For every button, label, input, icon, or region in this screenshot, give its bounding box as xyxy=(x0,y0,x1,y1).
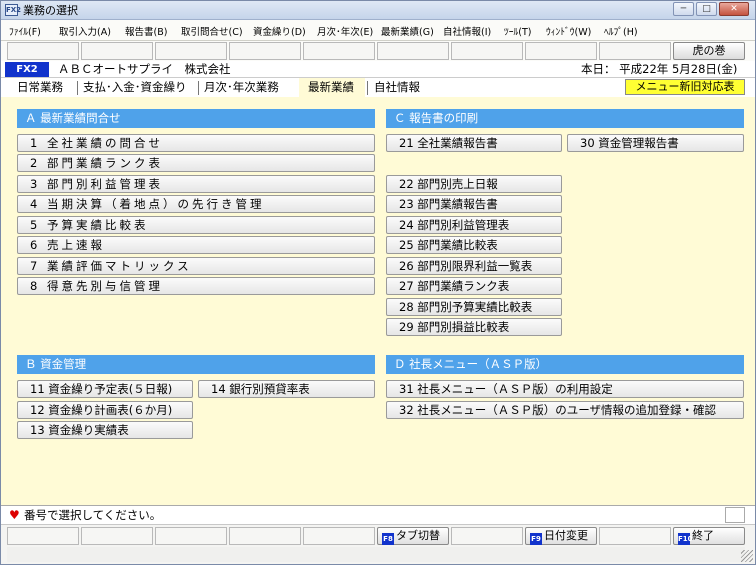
date-change-button[interactable]: F9 日付変更 xyxy=(525,527,597,545)
menu-button-3[interactable]: 3 部門別利益管理表 xyxy=(17,175,375,193)
section-a-header: Ａ 最新業績問合せ xyxy=(17,109,375,128)
tab-switch-button[interactable]: F8 タブ切替 xyxy=(377,527,449,545)
bottom-spacer xyxy=(7,547,745,562)
fx2-badge: FX2 xyxy=(5,62,49,77)
tab-company-info[interactable]: 自社情報 xyxy=(374,80,420,95)
close-button[interactable]: ✕ xyxy=(719,2,749,16)
window-title: 業務の選択 xyxy=(23,4,78,17)
section-c-header: Ｃ 報告書の印刷 xyxy=(386,109,744,128)
menu-button-30[interactable]: 30 資金管理報告書 xyxy=(567,134,744,152)
exit-label: 終了 xyxy=(692,529,714,542)
menu-button-23[interactable]: 23 部門業績報告書 xyxy=(386,195,562,213)
menu-button-26[interactable]: 26 部門別限界利益一覧表 xyxy=(386,257,562,275)
bottom-fkey-slot[interactable] xyxy=(599,527,671,545)
menu-button-5[interactable]: 5 予算実績比較表 xyxy=(17,216,375,234)
menu-button-12[interactable]: 12 資金繰り計画表(６か月) xyxy=(17,401,193,419)
menu-button-27[interactable]: 27 部門業績ランク表 xyxy=(386,277,562,295)
menu-button-11[interactable]: 11 資金繰り予定表(５日報) xyxy=(17,380,193,398)
fkey-slot[interactable] xyxy=(525,42,597,60)
menu-button-13[interactable]: 13 資金繰り実績表 xyxy=(17,421,193,439)
main-window: FX2 業務の選択 ─ □ ✕ ﾌｧｲﾙ(F) 取引入力(A) 報告書(B) 取… xyxy=(0,0,756,565)
menu-button-22[interactable]: 22 部門別売上日報 xyxy=(386,175,562,193)
f10-key-icon: F10 xyxy=(678,533,693,545)
menu-button-21[interactable]: 21 全社業績報告書 xyxy=(386,134,562,152)
fkey-slot[interactable] xyxy=(377,42,449,60)
maximize-button[interactable]: □ xyxy=(696,2,717,16)
fkey-slot[interactable] xyxy=(81,42,153,60)
tab-separator xyxy=(77,81,78,95)
tab-daily[interactable]: 日常業務 xyxy=(17,80,63,95)
bottom-fkey-slot[interactable] xyxy=(7,527,79,545)
fkey-slot[interactable] xyxy=(451,42,523,60)
tab-latest-results[interactable]: 最新業績 xyxy=(308,80,354,95)
app-icon: FX2 xyxy=(5,4,22,16)
menu-cashflow[interactable]: 資金繰り(D) xyxy=(253,24,306,38)
tab-switch-label: タブ切替 xyxy=(396,529,440,542)
tab-monthly[interactable]: 月次･年次業務 xyxy=(204,80,279,95)
exit-button[interactable]: F10終了 xyxy=(673,527,745,545)
menu-button-6[interactable]: 6 売上速報 xyxy=(17,236,375,254)
f8-key-icon: F8 xyxy=(382,533,394,545)
tora-no-maki-button[interactable]: 虎の巻 xyxy=(673,42,745,60)
menu-button-1[interactable]: 1 全社業績の問合せ xyxy=(17,134,375,152)
bottom-fkey-slot[interactable] xyxy=(451,527,523,545)
menu-company-info[interactable]: 自社情報(I) xyxy=(443,24,491,38)
menu-button-32[interactable]: 32 社長メニュー（ＡＳＰ版）のユーザ情報の追加登録・確認 xyxy=(386,401,744,419)
menu-latest-results[interactable]: 最新業績(G) xyxy=(381,24,434,38)
menu-help[interactable]: ﾍﾙﾌﾟ(H) xyxy=(604,24,638,38)
today-date: 本日： 平成22年 5月28日(金) xyxy=(581,62,738,76)
fkey-slot[interactable] xyxy=(599,42,671,60)
tab-payment[interactable]: 支払･入金･資金繰り xyxy=(83,80,187,95)
menu-button-29[interactable]: 29 部門別損益比較表 xyxy=(386,318,562,336)
bottom-fkey-slot[interactable] xyxy=(303,527,375,545)
info-bar: FX2 ＡＢＣオートサプライ 株式会社 本日： 平成22年 5月28日(金) xyxy=(1,61,755,78)
menu-button-14[interactable]: 14 銀行別預貸率表 xyxy=(198,380,375,398)
title-bar: FX2 業務の選択 ─ □ ✕ xyxy=(1,1,755,20)
menu-report[interactable]: 報告書(B) xyxy=(125,24,167,38)
menu-window[interactable]: ｳｨﾝﾄﾞｳ(W) xyxy=(546,24,591,38)
minimize-button[interactable]: ─ xyxy=(673,2,694,16)
menu-button-8[interactable]: 8 得意先別与信管理 xyxy=(17,277,375,295)
fkey-slot[interactable] xyxy=(7,42,79,60)
bottom-fkey-slot[interactable] xyxy=(155,527,227,545)
tab-separator xyxy=(198,81,199,95)
heart-icon: ♥ xyxy=(9,508,20,522)
tab-bar: 日常業務 支払･入金･資金繰り 月次･年次業務 最新業績 自社情報 メニュー新旧… xyxy=(1,78,755,97)
menu-torihiki-input[interactable]: 取引入力(A) xyxy=(59,24,111,38)
menu-tools[interactable]: ﾂｰﾙ(T) xyxy=(504,24,531,38)
f9-key-icon: F9 xyxy=(530,533,542,545)
menu-bar: ﾌｧｲﾙ(F) 取引入力(A) 報告書(B) 取引問合せ(C) 資金繰り(D) … xyxy=(1,20,755,41)
menu-file[interactable]: ﾌｧｲﾙ(F) xyxy=(9,24,41,38)
resize-grip-icon[interactable] xyxy=(741,550,753,562)
menu-torihiki-inquiry[interactable]: 取引問合せ(C) xyxy=(181,24,243,38)
section-b-header: Ｂ 資金管理 xyxy=(17,355,375,374)
menu-button-24[interactable]: 24 部門別利益管理表 xyxy=(386,216,562,234)
fkey-slot[interactable] xyxy=(303,42,375,60)
menu-monthly-yearly[interactable]: 月次･年次(E) xyxy=(317,24,373,38)
bottom-fkey-slot[interactable] xyxy=(229,527,301,545)
section-d-header: Ｄ 社長メニュー（ＡＳＰ版） xyxy=(386,355,744,374)
tab-separator xyxy=(367,81,368,95)
function-key-bar: 虎の巻 xyxy=(1,41,755,61)
menu-button-4[interactable]: 4 当期決算（着地点）の先行き管理 xyxy=(17,195,375,213)
company-name: ＡＢＣオートサプライ 株式会社 xyxy=(58,62,231,76)
status-bar: ♥ 番号で選択してください。 xyxy=(1,505,755,524)
menu-button-2[interactable]: 2 部門業績ランク表 xyxy=(17,154,375,172)
menu-button-28[interactable]: 28 部門別予算実績比較表 xyxy=(386,298,562,316)
menu-correspondence-button[interactable]: メニュー新旧対応表 xyxy=(625,79,745,95)
status-message: 番号で選択してください。 xyxy=(24,508,162,522)
status-indicator xyxy=(725,507,745,523)
menu-button-25[interactable]: 25 部門業績比較表 xyxy=(386,236,562,254)
main-content: Ａ 最新業績問合せ 1 全社業績の問合せ 2 部門業績ランク表 3 部門別利益管… xyxy=(1,97,755,505)
date-change-label: 日付変更 xyxy=(544,529,588,542)
menu-button-31[interactable]: 31 社長メニュー（ＡＳＰ版）の利用設定 xyxy=(386,380,744,398)
bottom-fkey-slot[interactable] xyxy=(81,527,153,545)
bottom-function-bar: F8 タブ切替 F9 日付変更 F10終了 xyxy=(1,524,755,564)
fkey-slot[interactable] xyxy=(229,42,301,60)
menu-button-7[interactable]: 7 業績評価マトリックス xyxy=(17,257,375,275)
fkey-slot[interactable] xyxy=(155,42,227,60)
